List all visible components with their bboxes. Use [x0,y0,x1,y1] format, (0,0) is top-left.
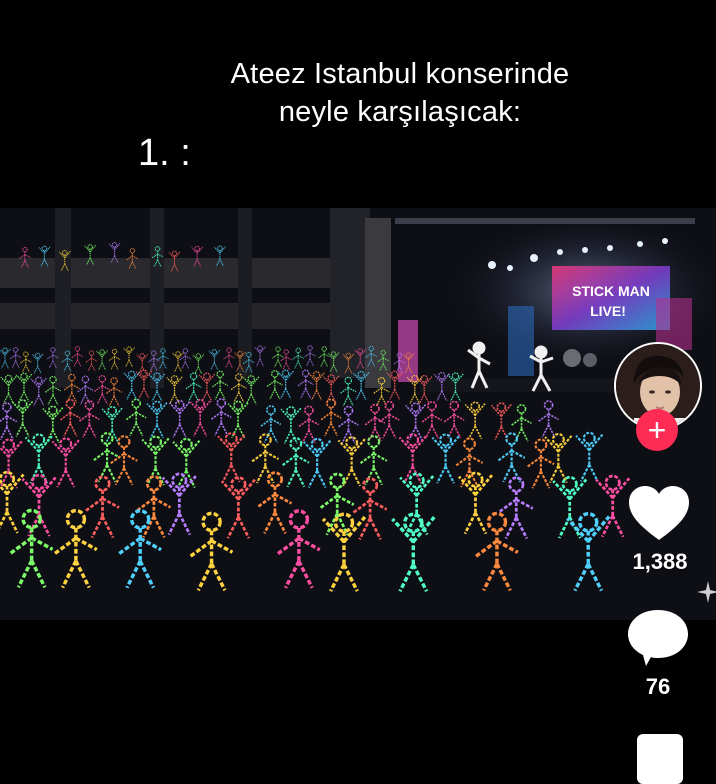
follow-button[interactable]: + [636,409,678,451]
comment-bubble-icon[interactable] [626,608,690,668]
heart-icon[interactable] [627,484,691,542]
caption-list-number: 1. : [138,132,191,174]
sparkle-icon [697,581,716,603]
plus-icon: + [647,412,667,448]
like-count: 1,388 [632,549,688,574]
bookmark-icon[interactable] [637,734,683,784]
comment-count: 76 [645,674,671,699]
